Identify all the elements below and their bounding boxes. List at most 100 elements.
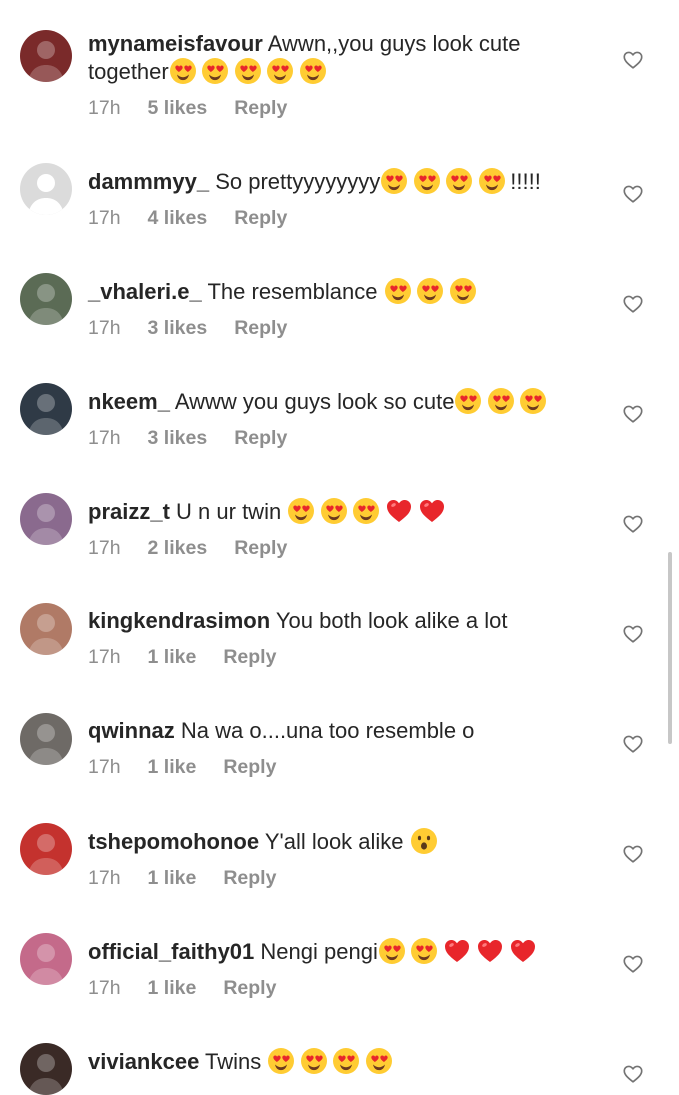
heart-outline-icon[interactable]	[622, 843, 644, 865]
comment-timestamp: 17h	[88, 756, 121, 778]
likes-count-link[interactable]: 1 like	[148, 867, 197, 889]
red-heart-emoji-icon	[385, 497, 413, 525]
avatar[interactable]	[20, 383, 72, 435]
surprised-emoji-icon	[410, 827, 438, 855]
avatar[interactable]	[20, 1043, 72, 1095]
comment-username[interactable]: kingkendrasimon	[88, 608, 270, 633]
likes-count-link[interactable]: 5 likes	[148, 97, 208, 119]
comment-timestamp: 17h	[88, 317, 121, 339]
heart-outline-icon[interactable]	[622, 953, 644, 975]
heart-eyes-emoji-icon	[234, 57, 262, 85]
comment-meta: 17h 1 like Reply	[88, 646, 588, 669]
comment-text: nkeem_ Awww you guys look so cute	[88, 387, 588, 415]
heart-eyes-emoji-icon	[416, 277, 444, 305]
heart-eyes-emoji-icon	[378, 937, 406, 965]
reply-button[interactable]: Reply	[223, 867, 276, 889]
comment-timestamp: 17h	[88, 977, 121, 999]
heart-eyes-emoji-icon	[267, 1047, 295, 1075]
comment-body: qwinnaz Na wa o....una too resemble o 17h…	[88, 717, 588, 779]
heart-outline-icon[interactable]	[622, 49, 644, 71]
avatar[interactable]	[20, 933, 72, 985]
comment-text: _vhaleri.e_ The resemblance	[88, 277, 588, 305]
heart-outline-icon[interactable]	[622, 183, 644, 205]
comment-text: tshepomohonoe Y'all look alike	[88, 827, 588, 855]
likes-count-link[interactable]: 1 like	[148, 977, 197, 999]
likes-count-link[interactable]: 1 like	[148, 646, 197, 668]
heart-outline-icon[interactable]	[622, 1063, 644, 1085]
avatar[interactable]	[20, 273, 72, 325]
comment-timestamp: 17h	[88, 207, 121, 229]
comment-meta: 17h 1 like Reply	[88, 977, 588, 1000]
avatar[interactable]	[20, 713, 72, 765]
comment-username[interactable]: official_faithy01	[88, 939, 254, 964]
likes-count-link[interactable]: 3 likes	[148, 427, 208, 449]
comment-text: dammmyy_ So prettyyyyyyyy!!!!!	[88, 167, 588, 195]
heart-eyes-emoji-icon	[352, 497, 380, 525]
comment-username[interactable]: nkeem_	[88, 389, 170, 414]
comment-body: kingkendrasimon You both look alike a lo…	[88, 607, 588, 669]
avatar[interactable]	[20, 30, 72, 82]
comment-meta: 17h 3 likes Reply	[88, 317, 588, 340]
heart-eyes-emoji-icon	[266, 57, 294, 85]
heart-outline-icon[interactable]	[622, 403, 644, 425]
red-heart-emoji-icon	[476, 937, 504, 965]
heart-eyes-emoji-icon	[320, 497, 348, 525]
comment-meta: 17h 1 like Reply	[88, 756, 588, 779]
reply-button[interactable]: Reply	[234, 317, 287, 339]
heart-outline-icon[interactable]	[622, 513, 644, 535]
comment-message: The resemblance	[207, 279, 384, 304]
red-heart-emoji-icon	[418, 497, 446, 525]
avatar[interactable]	[20, 603, 72, 655]
comment-body: _vhaleri.e_ The resemblance 17h 3 likes Re…	[88, 277, 588, 340]
heart-outline-icon[interactable]	[622, 733, 644, 755]
avatar[interactable]	[20, 163, 72, 215]
comment-meta: 17h 1 like Reply	[88, 867, 588, 890]
comments-list: mynameisfavour Awwn,,you guys look cute …	[0, 0, 679, 1095]
heart-eyes-emoji-icon	[201, 57, 229, 85]
heart-eyes-emoji-icon	[445, 167, 473, 195]
avatar[interactable]	[20, 493, 72, 545]
comment-username[interactable]: dammmyy_	[88, 169, 209, 194]
reply-button[interactable]: Reply	[223, 756, 276, 778]
comment-username[interactable]: tshepomohonoe	[88, 829, 259, 854]
comment-text: viviankcee Twins	[88, 1047, 588, 1075]
avatar[interactable]	[20, 823, 72, 875]
reply-button[interactable]: Reply	[223, 977, 276, 999]
comment-suffix: !!!!!	[510, 169, 541, 194]
heart-eyes-emoji-icon	[299, 57, 327, 85]
comment-message: Na wa o....una too resemble o	[180, 718, 475, 743]
reply-button[interactable]: Reply	[234, 537, 287, 559]
reply-button[interactable]: Reply	[234, 427, 287, 449]
comment-body: tshepomohonoe Y'all look alike 17h 1 like…	[88, 827, 588, 890]
heart-eyes-emoji-icon	[410, 937, 438, 965]
scrollbar[interactable]	[668, 552, 672, 744]
reply-button[interactable]: Reply	[234, 97, 287, 119]
heart-eyes-emoji-icon	[519, 387, 547, 415]
comment-message: You both look alike a lot	[275, 608, 508, 633]
heart-eyes-emoji-icon	[300, 1047, 328, 1075]
likes-count-link[interactable]: 1 like	[148, 756, 197, 778]
comment-username[interactable]: _vhaleri.e_	[88, 279, 202, 304]
reply-button[interactable]: Reply	[234, 207, 287, 229]
heart-outline-icon[interactable]	[622, 293, 644, 315]
likes-count-link[interactable]: 4 likes	[148, 207, 208, 229]
heart-eyes-emoji-icon	[332, 1047, 360, 1075]
heart-eyes-emoji-icon	[169, 57, 197, 85]
heart-eyes-emoji-icon	[413, 167, 441, 195]
reply-button[interactable]: Reply	[223, 646, 276, 668]
comment-body: nkeem_ Awww you guys look so cute 17h 3 li…	[88, 387, 588, 450]
comment-username[interactable]: mynameisfavour	[88, 31, 263, 56]
comment-username[interactable]: viviankcee	[88, 1049, 199, 1074]
comment-username[interactable]: praizz_t	[88, 499, 170, 524]
comment-body: mynameisfavour Awwn,,you guys look cute …	[88, 30, 588, 120]
comment-meta: 17h 3 likes Reply	[88, 427, 588, 450]
comment-body: praizz_t U n ur twin 17h 2 likes Reply	[88, 497, 588, 560]
likes-count-link[interactable]: 2 likes	[148, 537, 208, 559]
comment-timestamp: 17h	[88, 867, 121, 889]
heart-outline-icon[interactable]	[622, 623, 644, 645]
heart-eyes-emoji-icon	[380, 167, 408, 195]
comment-username[interactable]: qwinnaz	[88, 718, 175, 743]
comment-body: official_faithy01 Nengi pengi 17h 1 like Re…	[88, 937, 588, 1000]
likes-count-link[interactable]: 3 likes	[148, 317, 208, 339]
comment-meta: 17h 2 likes Reply	[88, 537, 588, 560]
